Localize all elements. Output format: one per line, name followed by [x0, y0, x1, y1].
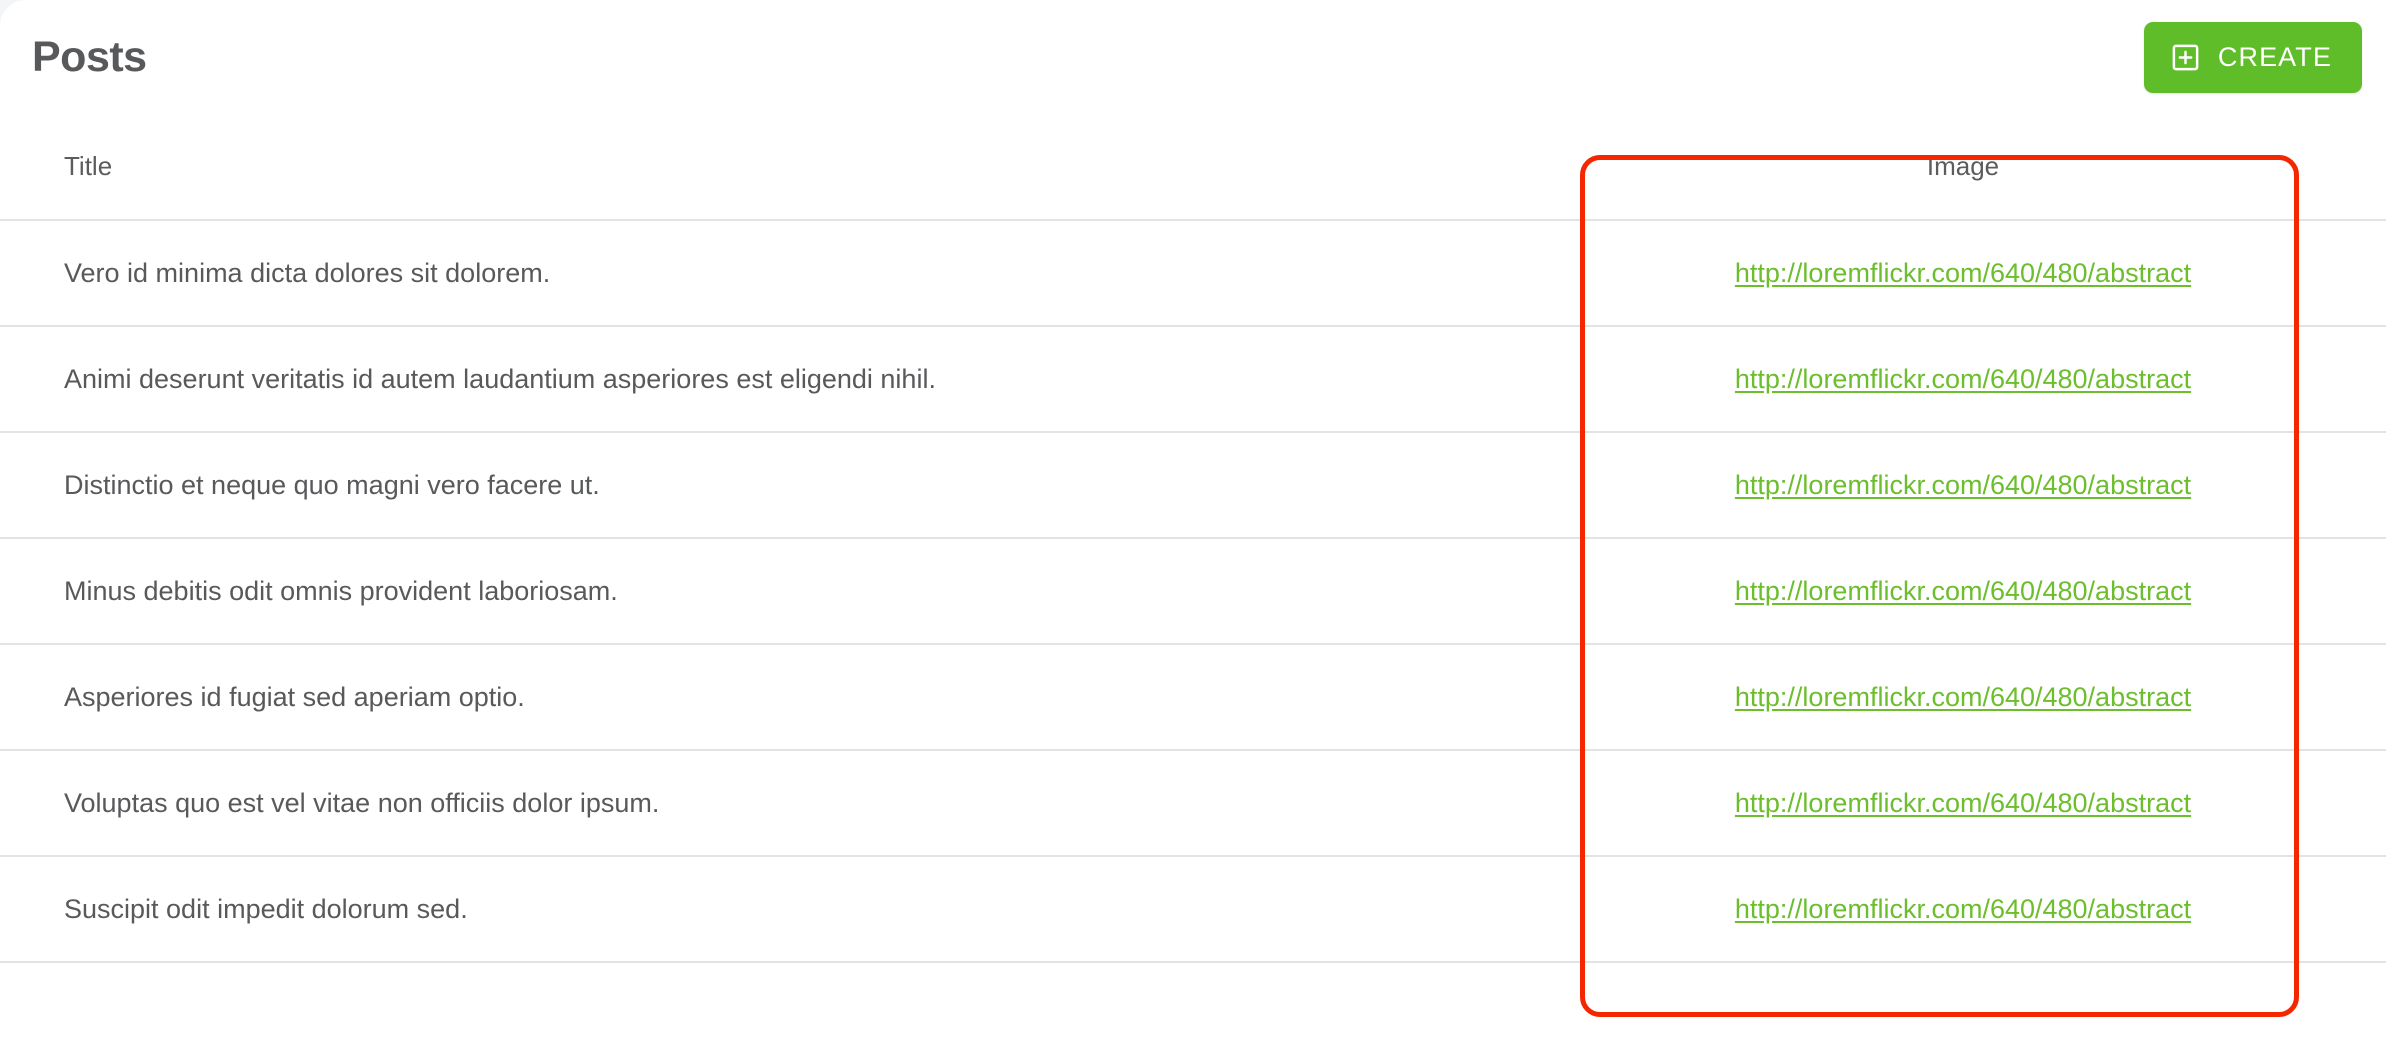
table-row[interactable]: Vero id minima dicta dolores sit dolorem…	[0, 220, 2386, 327]
page-title: Posts	[32, 32, 147, 81]
image-url-link[interactable]: http://loremflickr.com/640/480/abstract	[1735, 682, 2191, 712]
column-header-title[interactable]: Title	[0, 114, 1540, 221]
cell-image: http://loremflickr.com/640/480/abstract	[1540, 644, 2386, 751]
cell-title: Distinctio et neque quo magni vero facer…	[0, 432, 1540, 539]
cell-title: Minus debitis odit omnis provident labor…	[0, 538, 1540, 645]
cell-title: Voluptas quo est vel vitae non officiis …	[0, 750, 1540, 857]
cell-image: http://loremflickr.com/640/480/abstract	[1540, 326, 2386, 433]
cell-image: http://loremflickr.com/640/480/abstract	[1540, 750, 2386, 857]
cell-image: http://loremflickr.com/640/480/abstract	[1540, 220, 2386, 327]
image-url-link[interactable]: http://loremflickr.com/640/480/abstract	[1735, 894, 2191, 924]
cell-title: Vero id minima dicta dolores sit dolorem…	[0, 220, 1540, 327]
table-row[interactable]: Minus debitis odit omnis provident labor…	[0, 538, 2386, 645]
plus-square-icon	[2170, 42, 2201, 73]
create-button-label: CREATE	[2217, 41, 2332, 72]
table-row[interactable]: Voluptas quo est vel vitae non officiis …	[0, 750, 2386, 857]
image-url-link[interactable]: http://loremflickr.com/640/480/abstract	[1735, 258, 2191, 288]
column-header-image[interactable]: Image	[1540, 114, 2386, 221]
cell-title: Animi deserunt veritatis id autem laudan…	[0, 326, 1540, 433]
image-url-link[interactable]: http://loremflickr.com/640/480/abstract	[1735, 788, 2191, 818]
posts-table: Title Image Vero id minima dicta dolores…	[0, 114, 2386, 963]
page-surface: Posts CREATE Title Image Vero id minima …	[0, 0, 2386, 1038]
page-header: Posts CREATE	[0, 0, 2386, 114]
table-row[interactable]: Animi deserunt veritatis id autem laudan…	[0, 326, 2386, 433]
cell-title: Suscipit odit impedit dolorum sed.	[0, 856, 1540, 963]
image-url-link[interactable]: http://loremflickr.com/640/480/abstract	[1735, 576, 2191, 606]
cell-image: http://loremflickr.com/640/480/abstract	[1540, 856, 2386, 963]
table-header: Title Image	[0, 114, 2386, 221]
cell-image: http://loremflickr.com/640/480/abstract	[1540, 538, 2386, 645]
table-header-row: Title Image	[0, 114, 2386, 221]
table-body: Vero id minima dicta dolores sit dolorem…	[0, 220, 2386, 963]
cell-title: Asperiores id fugiat sed aperiam optio.	[0, 644, 1540, 751]
cell-image: http://loremflickr.com/640/480/abstract	[1540, 432, 2386, 539]
table-row[interactable]: Distinctio et neque quo magni vero facer…	[0, 432, 2386, 539]
table-row[interactable]: Suscipit odit impedit dolorum sed. http:…	[0, 856, 2386, 963]
create-button[interactable]: CREATE	[2143, 21, 2362, 93]
image-url-link[interactable]: http://loremflickr.com/640/480/abstract	[1735, 364, 2191, 394]
table-row[interactable]: Asperiores id fugiat sed aperiam optio. …	[0, 644, 2386, 751]
image-url-link[interactable]: http://loremflickr.com/640/480/abstract	[1735, 470, 2191, 500]
